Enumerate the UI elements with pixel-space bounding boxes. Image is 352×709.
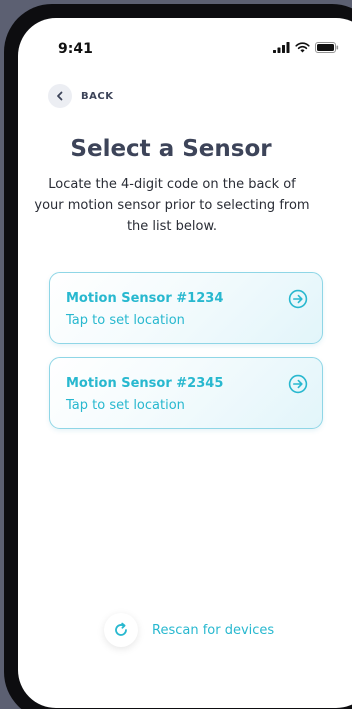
device-name: Motion Sensor #1234 <box>66 291 224 306</box>
arrow-right-circle-icon <box>288 374 308 394</box>
phone-frame: 9:41 BACK Select a Sensor Locate the 4-d… <box>4 4 352 709</box>
cellular-signal-icon <box>273 42 290 53</box>
rescan-label: Rescan for devices <box>152 622 275 638</box>
page-title: Select a Sensor <box>70 136 272 162</box>
device-action-label: Tap to set location <box>66 398 185 413</box>
device-card-2345[interactable]: Motion Sensor #2345 Tap to set location <box>49 357 323 429</box>
back-label: BACK <box>81 90 114 102</box>
device-card-1234[interactable]: Motion Sensor #1234 Tap to set location <box>49 272 323 344</box>
back-button[interactable]: BACK <box>48 84 113 108</box>
arrow-right-circle-icon <box>288 289 308 309</box>
battery-icon <box>315 42 339 53</box>
back-chevron-circle <box>48 84 72 108</box>
status-time: 9:41 <box>58 41 93 57</box>
wifi-icon <box>295 42 310 53</box>
rescan-icon-circle <box>104 613 138 647</box>
status-icons <box>273 42 339 53</box>
device-action-label: Tap to set location <box>66 313 185 328</box>
rescan-button[interactable]: Rescan for devices <box>104 613 274 647</box>
page-subtitle: Locate the 4-digit code on the back of y… <box>34 177 310 234</box>
status-bar: 9:41 <box>18 18 352 68</box>
app-screen: 9:41 BACK Select a Sensor Locate the 4-d… <box>18 18 352 708</box>
stage: 9:41 BACK Select a Sensor Locate the 4-d… <box>0 0 352 709</box>
device-name: Motion Sensor #2345 <box>66 376 224 391</box>
refresh-icon <box>115 622 127 636</box>
chevron-left-icon <box>57 91 63 101</box>
